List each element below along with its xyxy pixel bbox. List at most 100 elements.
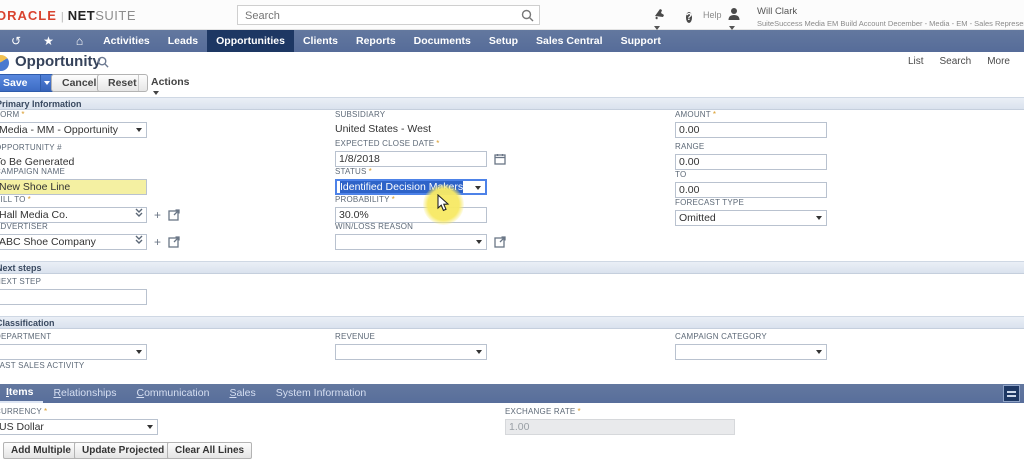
field-form: FORM* Media - MM - Opportunity [0,110,147,138]
field-status: STATUS* Identified Decision Makers [335,167,487,195]
to-input[interactable] [675,182,827,198]
currency-select[interactable]: US Dollar [0,419,158,435]
required-marker: * [392,195,395,204]
open-list-icon[interactable] [134,234,144,245]
title-search-icon[interactable] [97,56,109,68]
range-input[interactable] [675,154,827,170]
toolbar-divider [138,75,139,91]
save-button[interactable]: Save [0,74,55,92]
search-icon[interactable] [521,9,534,22]
user-name: Will Clark [757,6,1022,17]
nav-item-sales-central[interactable]: Sales Central [527,30,612,52]
required-marker: * [44,407,47,416]
more-link[interactable]: More [987,56,1010,67]
amount-input[interactable] [675,122,827,138]
chevron-down-icon [136,350,142,357]
subtab-menu-icon[interactable] [1003,385,1020,402]
chevron-down-icon [475,186,481,193]
search-input[interactable] [238,7,539,25]
tab-system-information[interactable]: System Information [266,384,376,403]
field-to: TO [675,170,827,198]
win-loss-reason-select[interactable] [335,234,487,250]
update-projected-button[interactable]: Update Projected [74,442,172,459]
brand-separator: | [61,11,64,23]
list-link[interactable]: List [908,56,924,67]
probability-input[interactable] [335,207,487,223]
status-select[interactable]: Identified Decision Makers [335,179,487,195]
nav-item-support[interactable]: Support [612,30,670,52]
nav-item-leads[interactable]: Leads [159,30,207,52]
department-select[interactable] [0,344,147,360]
nav-item-setup[interactable]: Setup [480,30,527,52]
field-department: DEPARTMENT [0,332,147,360]
form-select[interactable]: Media - MM - Opportunity [0,122,147,138]
home-icon[interactable]: ⌂ [65,30,94,52]
chevron-down-icon [476,350,482,357]
tab-communication[interactable]: Communication [126,384,219,403]
field-range: RANGE [675,142,827,170]
global-search[interactable] [237,5,540,25]
add-multiple-button[interactable]: Add Multiple [3,442,79,459]
calendar-icon[interactable] [494,153,506,165]
search-link[interactable]: Search [940,56,972,67]
field-bill-to: BILL TO* + [0,195,180,223]
nav-item-activities[interactable]: Activities [94,30,159,52]
required-marker: * [28,195,31,204]
page-title: Opportunity [15,53,101,70]
reset-button[interactable]: Reset [97,74,148,92]
required-marker: * [436,139,439,148]
revenue-select[interactable] [335,344,487,360]
field-exchange-rate: EXCHANGE RATE* [505,407,735,435]
tab-sales[interactable]: Sales [219,384,265,403]
brand-logo: ORACLE|NETSUITE [0,8,136,23]
user-info[interactable]: Will Clark SuiteSuccess Media EM Build A… [757,6,1022,28]
field-subsidiary: SUBSIDIARY United States - West [335,110,431,135]
nav-item-clients[interactable]: Clients [294,30,347,52]
recent-records-icon[interactable]: ↺ [0,30,32,52]
field-win-loss-reason: WIN/LOSS REASON [335,222,506,250]
shortcuts-star-icon[interactable]: ★ [32,30,65,52]
nav-item-documents[interactable]: Documents [405,30,480,52]
add-new-icon[interactable]: + [154,236,161,248]
open-record-icon[interactable] [494,236,506,248]
oracle-logo: ORACLE [0,8,57,23]
campaign-category-select[interactable] [675,344,827,360]
required-marker: * [577,407,580,416]
top-bar: ORACLE|NETSUITE ? Help Will Clark SuiteS… [0,0,1024,30]
tab-items[interactable]: Items [0,384,43,403]
required-marker: * [369,167,372,176]
open-record-icon[interactable] [168,209,180,221]
main-nav: ↺ ★ ⌂ Activities Leads Opportunities Cli… [0,30,1024,52]
field-expected-close-date: EXPECTED CLOSE DATE* [335,139,506,167]
expected-close-date-input[interactable] [335,151,487,167]
chevron-down-icon [476,240,482,247]
field-opportunity-number: OPPORTUNITY # To Be Generated [0,143,74,168]
section-primary-information: Primary Information [0,97,1024,110]
nav-item-reports[interactable]: Reports [347,30,405,52]
bill-to-input[interactable] [0,207,147,223]
next-step-input[interactable] [0,289,147,305]
field-revenue: REVENUE [335,332,487,360]
user-role: SuiteSuccess Media EM Build Account Dece… [757,19,1022,28]
add-new-icon[interactable]: + [154,209,161,221]
open-record-icon[interactable] [168,236,180,248]
field-advertiser: ADVERTISER + [0,222,180,250]
required-marker: * [713,110,716,119]
forecast-type-select[interactable]: Omitted [675,210,827,226]
exchange-rate-input [505,419,735,435]
open-list-icon[interactable] [134,207,144,218]
advertiser-input[interactable] [0,234,147,250]
help-icon[interactable]: ? [686,7,692,25]
field-probability: PROBABILITY* [335,195,487,223]
tab-relationships[interactable]: Relationships [43,384,126,403]
clear-all-lines-button[interactable]: Clear All Lines [167,442,252,459]
help-label[interactable]: Help [703,10,722,20]
nav-item-opportunities[interactable]: Opportunities [207,30,294,52]
campaign-name-input[interactable] [0,179,147,195]
field-forecast-type: FORECAST TYPE Omitted [675,198,827,226]
field-campaign-category: CAMPAIGN CATEGORY [675,332,827,360]
opportunity-record-icon [0,55,9,71]
required-marker: * [21,110,24,119]
section-next-steps: Next steps [0,261,1024,274]
chevron-down-icon [147,425,153,432]
